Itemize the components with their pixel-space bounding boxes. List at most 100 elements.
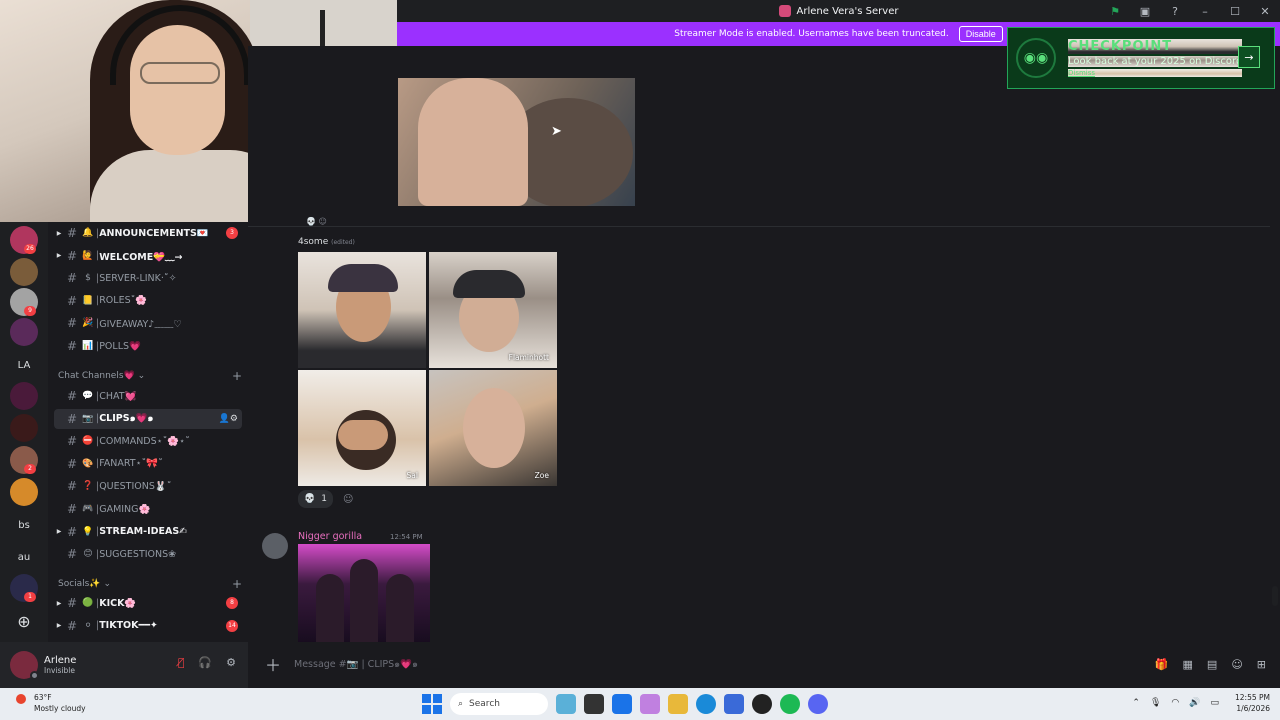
attach-plus-icon[interactable]: ＋ <box>258 652 288 676</box>
message-image[interactable] <box>298 544 430 642</box>
add-channel-icon[interactable]: + <box>232 577 242 591</box>
channel-emoji: $ <box>85 273 91 284</box>
battery-icon[interactable]: ▭ <box>1210 698 1219 708</box>
flag-icon[interactable]: ⚑ <box>1100 5 1130 18</box>
channel-item[interactable]: # ⛔ | COMMANDS⋆˚🌸⋆˚ <box>54 431 242 451</box>
emoji-icon[interactable]: ☺ <box>1231 658 1242 671</box>
folder-app-icon[interactable] <box>668 694 688 714</box>
close-icon[interactable]: ✕ <box>1250 5 1280 18</box>
channel-item[interactable]: # 🎨 | FANART⋆˚🎀˚ <box>54 454 242 474</box>
channel-item[interactable]: # 📷 | CLIPS๑💗๑ 👤⚙ <box>54 408 242 429</box>
add-server-icon[interactable]: ⊕ <box>10 612 38 631</box>
user-info[interactable]: Arlene Invisible <box>44 655 76 675</box>
category-socials[interactable]: Socials✨ ⌄ + <box>58 576 242 592</box>
avatar[interactable] <box>262 533 288 559</box>
add-channel-icon[interactable]: + <box>232 369 242 383</box>
server-icon[interactable]: LA <box>10 360 38 371</box>
mic-icon[interactable]: 🎙 <box>1150 698 1161 708</box>
channel-emoji: 📊 <box>82 341 94 351</box>
channel-item[interactable]: ▶ # 🙋 | WELCOME💝﹏→ <box>54 246 242 266</box>
volume-icon[interactable]: 🔊 <box>1189 698 1200 708</box>
image-grid: Flaminhott Sal Zoe <box>298 252 557 486</box>
server-badge: 1 <box>24 592 36 602</box>
obs-app-icon[interactable] <box>752 694 772 714</box>
search-icon: ⌕ <box>458 699 464 709</box>
channel-settings-icon[interactable]: 👤⚙ <box>219 414 238 424</box>
channel-item[interactable]: # 💬 | CHAT💓 <box>54 386 242 406</box>
server-icon[interactable]: au <box>10 552 38 563</box>
mic-muted-icon[interactable]: 🎙̸ <box>178 656 185 669</box>
copilot-app-icon[interactable] <box>640 694 660 714</box>
disable-button[interactable]: Disable <box>958 26 1003 42</box>
maximize-icon[interactable]: ☐ <box>1220 5 1250 18</box>
headphones-icon[interactable]: 🎧 <box>198 656 212 669</box>
server-icon[interactable] <box>10 478 38 506</box>
app-icon[interactable] <box>724 694 744 714</box>
category-chat-channels[interactable]: Chat Channels💗 ⌄ + <box>58 368 242 384</box>
server-icon[interactable]: bs <box>10 520 38 531</box>
clock[interactable]: 12:55 PM 1/6/2026 <box>1235 692 1270 714</box>
channel-item[interactable]: ▶ # 💡 | STREAM-IDEAS✍ <box>54 522 242 542</box>
channel-item[interactable]: # 📊 | POLLS💗 <box>54 336 242 356</box>
channel-item[interactable]: # 🎉 | GIVEAWAY♪﹏﹏♡ <box>54 313 242 333</box>
channel-label: GAMING🌸 <box>99 503 151 515</box>
channel-item[interactable]: ▶ # 🟢 | KICK🌸 8 <box>54 593 242 613</box>
channel-emoji: 💡 <box>82 526 94 537</box>
reaction-skull[interactable]: 💀 1 <box>298 490 333 508</box>
help-icon[interactable]: ? <box>1160 5 1190 18</box>
file-app-icon[interactable] <box>584 694 604 714</box>
windows-start-icon[interactable] <box>422 694 442 714</box>
channel-item[interactable]: # 🎮 | GAMING🌸 <box>54 499 242 519</box>
grid-image[interactable]: Flaminhott <box>429 252 557 368</box>
dismiss-link[interactable]: Dismiss <box>1068 69 1243 77</box>
add-reaction-icon[interactable]: ☺ <box>343 494 353 505</box>
minimize-icon[interactable]: – <box>1190 5 1220 18</box>
clock-date: 1/6/2026 <box>1236 704 1270 713</box>
channel-item[interactable]: # ❓ | QUESTIONS🐰˚ <box>54 476 242 496</box>
discord-app-icon[interactable] <box>808 694 828 714</box>
server-icon[interactable] <box>10 318 38 346</box>
channel-item[interactable]: ▶ # ⚪ | TIKTOK━━✦ 14 <box>54 616 242 636</box>
channel-item[interactable]: # 📒 | ROLES˚🌸 <box>54 291 242 311</box>
chevron-up-icon[interactable]: ⌃ <box>1132 698 1140 708</box>
checkpoint-popup[interactable]: ◉◉ CHECKPOINT Look back at your 2025 on … <box>1007 27 1275 89</box>
avatar[interactable] <box>10 651 39 680</box>
arrow-right-icon[interactable]: → <box>1238 46 1260 68</box>
sticker-icon[interactable]: ▤ <box>1207 658 1217 671</box>
scrollbar[interactable] <box>1272 586 1278 606</box>
inbox-icon[interactable]: ▣ <box>1130 5 1160 18</box>
weather-widget[interactable]: 63°F Mostly cloudy <box>16 692 86 714</box>
message-author[interactable]: Nigger gorilla <box>298 531 362 542</box>
message-list[interactable]: ➤ 💀 ☺ 4some (edited) Flaminhott Sal Zoe … <box>248 46 1280 642</box>
channel-label: GIVEAWAY♪﹏﹏♡ <box>99 319 182 331</box>
message-input[interactable] <box>288 658 1155 670</box>
channel-label: QUESTIONS🐰˚ <box>99 480 172 492</box>
grid-image[interactable]: Sal <box>298 370 426 486</box>
status-dot <box>30 671 39 680</box>
wifi-icon[interactable]: ◠ <box>1171 698 1179 708</box>
channel-item[interactable]: # 😊 | SUGGESTIONS❀ <box>54 544 242 564</box>
spotify-app-icon[interactable] <box>780 694 800 714</box>
server-icon[interactable] <box>10 382 38 410</box>
edge-app-icon[interactable] <box>696 694 716 714</box>
widget-app-icon[interactable] <box>556 694 576 714</box>
weather-desc: Mostly cloudy <box>34 704 86 713</box>
gift-icon[interactable]: 🎁 <box>1155 658 1169 671</box>
gear-icon[interactable]: ⚙ <box>226 656 236 669</box>
store-app-icon[interactable] <box>612 694 632 714</box>
hash-icon: # <box>66 434 78 449</box>
video-embed[interactable]: ➤ <box>398 78 635 206</box>
person-shape <box>386 574 414 642</box>
channel-item[interactable]: ▶ # 🔔 | ANNOUNCEMENTS💌 3 <box>54 223 242 243</box>
hash-icon: # <box>66 618 78 633</box>
grid-image[interactable]: Zoe <box>429 370 557 486</box>
apps-icon[interactable]: ⊞ <box>1257 658 1266 671</box>
gif-icon[interactable]: ▦ <box>1183 658 1193 671</box>
server-icon[interactable] <box>10 258 38 286</box>
channel-label: TIKTOK━━✦ <box>99 620 158 632</box>
channel-emoji: 🔔 <box>82 228 94 238</box>
channel-item[interactable]: # $ | SERVER-LINK·˚✧ <box>54 268 242 288</box>
server-icon[interactable] <box>10 414 38 442</box>
search-box[interactable]: ⌕ Search <box>450 693 548 715</box>
grid-image[interactable] <box>298 252 426 368</box>
